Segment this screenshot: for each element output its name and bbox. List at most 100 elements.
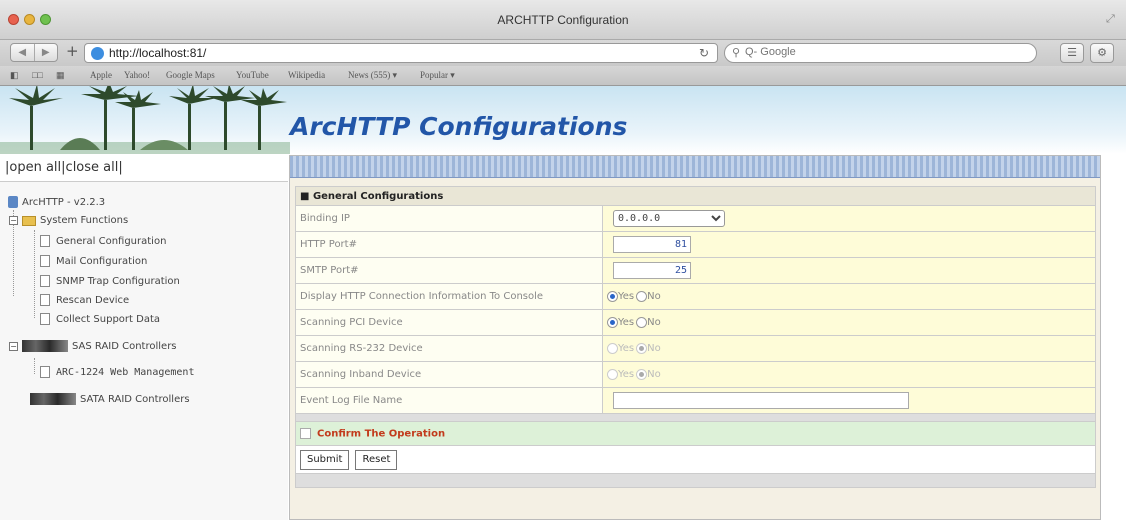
search-input[interactable] bbox=[745, 46, 1025, 58]
scan-rs232-cell: Yes No bbox=[602, 335, 1096, 362]
sidebar-item-snmp-trap-configuration[interactable]: SNMP Trap Configuration bbox=[40, 275, 180, 287]
event-log-cell bbox=[602, 387, 1096, 414]
sidebar-item-rescan-device[interactable]: Rescan Device bbox=[40, 294, 129, 306]
scan-inband-cell: Yes No bbox=[602, 361, 1096, 388]
footer-row bbox=[295, 473, 1096, 488]
raid-controller-icon bbox=[22, 340, 68, 352]
scan-pci-label: Scanning PCI Device bbox=[295, 309, 603, 336]
scan-inband-yes-radio[interactable] bbox=[607, 368, 618, 380]
scan-rs232-yes-radio[interactable] bbox=[607, 342, 618, 354]
bookmarks-bar: ◧ □□ ▦ Apple Yahoo! Google Maps YouTube … bbox=[0, 66, 1126, 86]
tree-root[interactable]: ArcHTTP - v2.2.3 bbox=[8, 196, 105, 208]
nav-tree: ArcHTTP - v2.2.3 − System Functions Gene… bbox=[0, 181, 288, 520]
page-title: ArcHTTP Configurations bbox=[290, 112, 628, 141]
forward-icon[interactable]: ▶ bbox=[35, 44, 58, 61]
binding-ip-select[interactable]: 0.0.0.0 bbox=[613, 210, 725, 227]
yes-label: Yes bbox=[618, 342, 635, 354]
bookmark-apple[interactable]: Apple bbox=[90, 70, 112, 80]
scan-rs232-label: Scanning RS-232 Device bbox=[295, 335, 603, 362]
footer-cell bbox=[295, 473, 1096, 488]
tree-system-functions[interactable]: − System Functions bbox=[9, 215, 128, 226]
reset-button[interactable]: Reset bbox=[355, 449, 398, 470]
window-title: ARCHTTP Configuration bbox=[497, 13, 629, 27]
tree-sata-label: SATA RAID Controllers bbox=[80, 393, 190, 405]
scan-pci-no-radio[interactable] bbox=[636, 316, 648, 328]
collapse-icon[interactable]: − bbox=[9, 341, 18, 351]
row-binding-ip: Binding IP 0.0.0.0 bbox=[295, 205, 1096, 232]
page-icon bbox=[40, 294, 50, 306]
sidebar-item-label: Mail Configuration bbox=[56, 255, 148, 267]
smtp-port-cell bbox=[602, 257, 1096, 284]
section-title: ■ General Configurations bbox=[295, 186, 1096, 206]
tree-root-label: ArcHTTP - v2.2.3 bbox=[22, 196, 106, 208]
tree-line bbox=[34, 358, 35, 374]
search-icon: ⚲ bbox=[732, 46, 741, 59]
bookmark-news[interactable]: News (555) ▾ bbox=[348, 70, 397, 81]
sidebar-item-general-configuration[interactable]: General Configuration bbox=[40, 235, 166, 247]
http-port-input[interactable] bbox=[613, 236, 691, 253]
close-all-link[interactable]: close all bbox=[66, 160, 119, 175]
sidebar-item-collect-support-data[interactable]: Collect Support Data bbox=[40, 313, 160, 325]
submit-button[interactable]: Submit bbox=[300, 449, 350, 470]
no-label: No bbox=[647, 342, 661, 354]
row-scan-inband: Scanning Inband Device Yes No bbox=[295, 361, 1096, 388]
row-event-log: Event Log File Name bbox=[295, 387, 1096, 414]
row-http-port: HTTP Port# bbox=[295, 231, 1096, 258]
nav-buttons: ◀ ▶ bbox=[10, 43, 58, 62]
row-scan-pci: Scanning PCI Device Yes No bbox=[295, 309, 1096, 336]
scan-pci-cell: Yes No bbox=[602, 309, 1096, 336]
scan-pci-yes-radio[interactable] bbox=[607, 316, 618, 328]
reload-icon[interactable]: ↻ bbox=[699, 46, 709, 60]
yes-label: Yes bbox=[618, 368, 635, 380]
bookmark-yahoo[interactable]: Yahoo! bbox=[124, 70, 150, 80]
tree-sata-raid-controllers[interactable]: SATA RAID Controllers bbox=[30, 393, 190, 405]
yes-label: Yes bbox=[618, 290, 635, 302]
address-bar[interactable]: http://localhost:81/ ↻ bbox=[84, 43, 718, 63]
display-http-yes-radio[interactable] bbox=[607, 290, 618, 302]
scan-inband-no-radio[interactable] bbox=[636, 368, 648, 380]
top-sites-icon[interactable]: ▦ bbox=[56, 70, 65, 81]
open-all-link[interactable]: open all bbox=[9, 160, 61, 175]
scan-rs232-no-radio[interactable] bbox=[636, 342, 648, 354]
display-http-no-radio[interactable] bbox=[636, 290, 648, 302]
settings-icon[interactable]: ⚙ bbox=[1090, 43, 1114, 63]
confirm-row: Confirm The Operation bbox=[295, 421, 1096, 446]
form-header-row: ■ General Configurations bbox=[295, 186, 1096, 206]
page-icon bbox=[40, 366, 50, 378]
url-text[interactable]: http://localhost:81/ bbox=[109, 46, 206, 60]
content-top-bar bbox=[290, 156, 1100, 178]
bookmarks-book-icon[interactable]: □□ bbox=[32, 70, 43, 80]
confirm-checkbox[interactable] bbox=[300, 427, 311, 439]
reading-list-icon[interactable]: ◧ bbox=[10, 70, 19, 81]
page-icon bbox=[40, 275, 50, 287]
collapse-icon[interactable]: − bbox=[9, 216, 18, 225]
bookmark-google-maps[interactable]: Google Maps bbox=[166, 70, 215, 80]
fullscreen-icon[interactable]: ⤢ bbox=[1106, 12, 1118, 25]
binding-ip-label: Binding IP bbox=[295, 205, 603, 232]
bookmark-wikipedia[interactable]: Wikipedia bbox=[288, 70, 325, 80]
reader-icon[interactable]: ☰ bbox=[1060, 43, 1084, 63]
globe-icon bbox=[91, 47, 104, 60]
bookmark-popular[interactable]: Popular ▾ bbox=[420, 70, 455, 81]
scan-inband-label: Scanning Inband Device bbox=[295, 361, 603, 388]
smtp-port-input[interactable] bbox=[613, 262, 691, 279]
http-port-label: HTTP Port# bbox=[295, 231, 603, 258]
confirm-cell: Confirm The Operation bbox=[295, 421, 1096, 446]
bookmark-youtube[interactable]: YouTube bbox=[236, 70, 269, 80]
sidebar-item-mail-configuration[interactable]: Mail Configuration bbox=[40, 255, 147, 267]
yes-label: Yes bbox=[618, 316, 635, 328]
event-log-input[interactable] bbox=[613, 392, 909, 409]
sidebar-item-arc-1224-web-management[interactable]: ARC-1224 Web Management bbox=[40, 366, 194, 378]
page-icon bbox=[40, 255, 50, 267]
browser-toolbar: ◀ ▶ + http://localhost:81/ ↻ ⚲ ☰ ⚙ bbox=[0, 40, 1126, 66]
palm-trees-image bbox=[0, 86, 290, 154]
main-content: ■ General Configurations Binding IP 0.0.… bbox=[289, 155, 1101, 520]
folder-icon bbox=[22, 215, 36, 226]
no-label: No bbox=[647, 290, 661, 302]
button-cell: Submit Reset bbox=[295, 445, 1096, 474]
tree-sas-raid-controllers[interactable]: − SAS RAID Controllers bbox=[9, 340, 177, 352]
search-bar[interactable]: ⚲ bbox=[724, 43, 1037, 63]
smtp-port-label: SMTP Port# bbox=[295, 257, 603, 284]
add-bookmark-icon[interactable]: + bbox=[66, 42, 79, 60]
back-icon[interactable]: ◀ bbox=[11, 44, 35, 61]
